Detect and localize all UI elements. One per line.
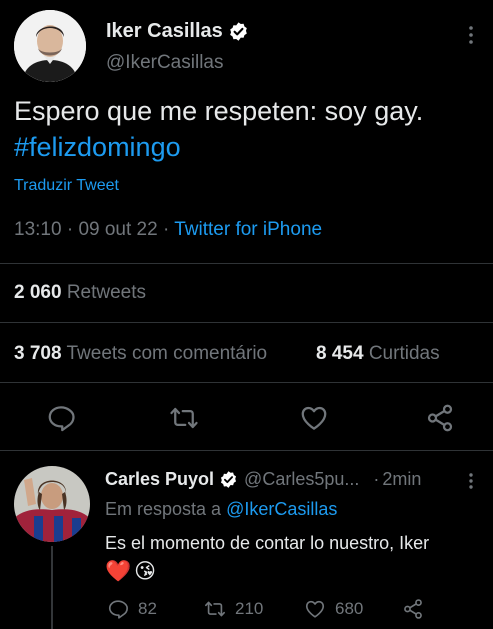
retweets-stat[interactable]: 2 060 Retweets <box>14 282 146 304</box>
hashtag-link[interactable]: #felizdomingo <box>14 129 484 165</box>
meta-separator: · <box>66 219 74 240</box>
likes-stat[interactable]: 8 454 Curtidas <box>316 343 440 365</box>
divider <box>0 382 493 383</box>
reply-author-handle[interactable]: @Carles5pu... <box>244 469 359 490</box>
tweet-meta: 13:10 · 09 out 22 · Twitter for iPhone <box>14 219 322 241</box>
reply-emojis: ❤️ 😘 <box>105 559 156 584</box>
replying-label: Em resposta a <box>105 499 222 519</box>
tweet-date[interactable]: 09 out 22 <box>78 219 157 240</box>
share-icon[interactable] <box>425 403 455 433</box>
verified-badge-icon <box>228 21 249 42</box>
author-name-row[interactable]: Iker Casillas <box>106 20 249 43</box>
tweet-time[interactable]: 13:10 <box>14 219 62 240</box>
quote-count: 3 708 <box>14 343 62 364</box>
translate-link[interactable]: Traduzir Tweet <box>14 177 119 195</box>
kiss-emoji: 😘 <box>134 560 157 583</box>
author-handle[interactable]: @IkerCasillas <box>106 52 223 74</box>
like-icon[interactable] <box>299 403 329 433</box>
likes-label: Curtidas <box>368 343 440 364</box>
reply-author-name[interactable]: Carles Puyol <box>105 469 214 490</box>
more-options-icon[interactable] <box>466 24 476 46</box>
reply-count: 82 <box>138 599 157 618</box>
verified-badge-icon <box>219 470 238 489</box>
tweet-source[interactable]: Twitter for iPhone <box>174 219 322 240</box>
author-avatar[interactable] <box>14 10 86 82</box>
divider <box>0 450 493 451</box>
retweets-label: Retweets <box>66 282 147 303</box>
replying-to: Em resposta a @IkerCasillas <box>105 499 337 520</box>
quote-label: Tweets com comentário <box>66 343 268 364</box>
more-options-icon[interactable] <box>466 471 476 491</box>
retweet-icon[interactable] <box>169 403 199 433</box>
retweet-count: 210 <box>235 599 264 618</box>
like-count: 680 <box>335 599 364 618</box>
reply-separator: · <box>373 469 380 489</box>
tweet-text: Espero que me respeten: soy gay. #felizd… <box>14 93 484 165</box>
thread-line <box>51 546 53 629</box>
like-icon <box>305 600 325 618</box>
retweets-count: 2 060 <box>14 282 62 303</box>
reply-author-avatar[interactable] <box>14 466 90 542</box>
reply-share-button[interactable] <box>402 598 424 620</box>
divider <box>0 263 493 264</box>
divider <box>0 322 493 323</box>
reply-icon <box>108 600 128 619</box>
reply-retweet-button[interactable]: 210 <box>204 598 263 620</box>
quote-tweets-stat[interactable]: 3 708 Tweets com comentário <box>14 343 267 365</box>
reply-like-button[interactable]: 680 <box>304 598 363 620</box>
reply-text: Es el momento de contar lo nuestro, Iker <box>105 533 430 553</box>
share-icon <box>404 599 422 619</box>
reply-reply-button[interactable]: 82 <box>107 598 157 620</box>
retweet-icon <box>205 601 225 617</box>
author-name[interactable]: Iker Casillas <box>106 20 223 43</box>
reply-icon[interactable] <box>46 403 76 433</box>
reply-header: Carles Puyol @Carles5pu... · 2min <box>105 469 421 490</box>
replying-handle[interactable]: @IkerCasillas <box>226 499 337 519</box>
likes-count: 8 454 <box>316 343 364 364</box>
meta-separator: · <box>162 219 170 240</box>
heart-emoji: ❤️ <box>105 559 132 583</box>
reply-time[interactable]: 2min <box>382 469 421 490</box>
tweet-body: Espero que me respeten: soy gay. <box>14 96 424 126</box>
